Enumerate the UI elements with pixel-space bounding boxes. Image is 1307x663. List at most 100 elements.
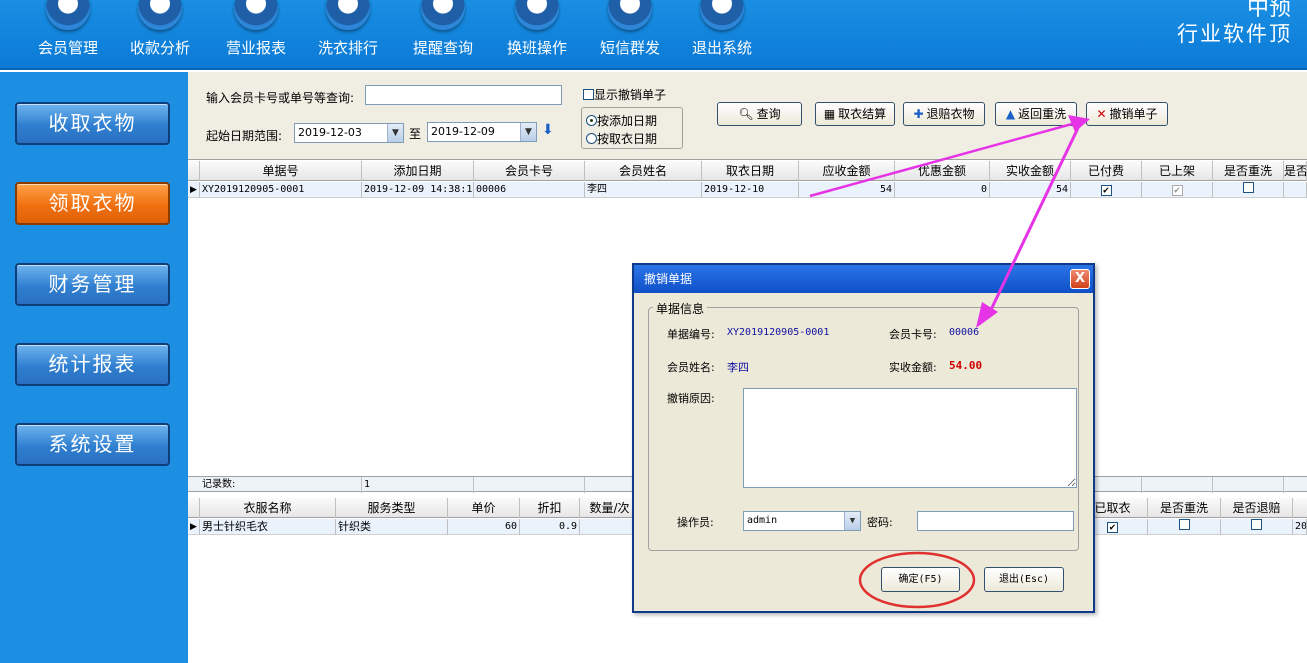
rewash-cell	[1213, 182, 1284, 198]
date-from-picker[interactable]: 2019-12-03 ▼	[294, 123, 404, 143]
card-no-value: 00006	[949, 327, 980, 338]
refund-button-label: 退赔衣物	[926, 107, 975, 121]
toolbar-business-report[interactable]: 营业报表	[216, 0, 296, 66]
sidebar-item-settings[interactable]: 系统设置	[15, 423, 170, 466]
rewash-cell	[1148, 519, 1221, 535]
column-header[interactable]: 已付费	[1071, 161, 1142, 181]
checkbox-checked[interactable]: ✔	[1107, 522, 1118, 533]
sidebar-item-statistics[interactable]: 统计报表	[15, 343, 170, 386]
magnifier-icon: 🔍︎	[738, 107, 754, 121]
column-header[interactable]: 是否退赔	[1221, 498, 1293, 518]
checkbox[interactable]	[1242, 182, 1254, 193]
radio-pick-date-label: 按取衣日期	[597, 132, 658, 146]
card-no-label: 会员卡号:	[889, 328, 937, 341]
to-label: 至	[409, 127, 422, 141]
sort-down-arrow-icon[interactable]: ⬇	[542, 122, 554, 138]
member-name-label: 会员姓名:	[667, 361, 715, 374]
report-icon	[234, 0, 278, 30]
query-input[interactable]	[365, 85, 562, 105]
checkbox-checked[interactable]: ✔	[1100, 185, 1112, 196]
amount-label: 实收金额:	[889, 361, 937, 374]
radio-add-date[interactable]: 按添加日期	[586, 112, 657, 129]
plus-icon: ✚	[913, 107, 924, 121]
toolbar-reminder-query[interactable]: 提醒查询	[403, 0, 483, 66]
column-header[interactable]: 应收金额	[799, 161, 895, 181]
refund-cell	[1221, 519, 1293, 535]
radio-pick-date[interactable]: 按取衣日期	[586, 130, 657, 147]
service-type-cell: 针织类	[336, 519, 448, 535]
received-cell: 54	[990, 182, 1071, 198]
discount-cell: 0	[895, 182, 990, 198]
toolbar-label: 收款分析	[129, 39, 190, 57]
cancel-order-button[interactable]: ✕ 撤销单子	[1086, 102, 1168, 126]
column-header[interactable]: 是否重洗	[1148, 498, 1221, 518]
toolbar-member-management[interactable]: 会员管理	[28, 0, 108, 66]
date-to-picker[interactable]: 2019-12-09 ▼	[427, 122, 537, 142]
sidebar-item-receive-clothes[interactable]: 收取衣物	[15, 102, 170, 145]
operator-select[interactable]: admin ▼	[743, 511, 861, 531]
query-button-label: 查询	[756, 107, 781, 121]
rewash-button[interactable]: ▲ 返回重洗	[995, 102, 1077, 126]
show-cancelled-toggle[interactable]: 显示撤销单子	[583, 86, 666, 103]
refund-button[interactable]: ✚ 退赔衣物	[903, 102, 985, 126]
order-no-cell: XY2019120905-0001	[200, 182, 362, 198]
order-info-legend: 单据信息	[653, 300, 708, 317]
cancel-order-dialog: 撤销单据 X 单据信息 单据编号: XY2019120905-0001 会员卡号…	[632, 263, 1095, 613]
toolbar-laundry-ranking[interactable]: 洗衣排行	[308, 0, 388, 66]
chevron-down-icon[interactable]: ▼	[387, 124, 403, 142]
settle-button[interactable]: ▦ 取衣结算	[815, 102, 895, 126]
column-header[interactable]: 实收金额	[990, 161, 1071, 181]
column-header[interactable]: 单价	[448, 498, 520, 518]
mail-icon	[608, 0, 652, 30]
password-input[interactable]	[917, 511, 1074, 531]
up-arrow-icon: ▲	[1005, 107, 1016, 121]
column-header[interactable]: 会员姓名	[585, 161, 702, 181]
column-header[interactable]: 单据号	[200, 161, 362, 181]
toolbar-exit-system[interactable]: 退出系统	[682, 0, 762, 66]
query-button[interactable]: 🔍︎ 查询	[717, 102, 802, 126]
sidebar: 收取衣物 领取衣物 财务管理 统计报表 系统设置	[0, 72, 188, 663]
exit-button[interactable]: 退出(Esc)	[984, 567, 1064, 592]
order-info-group: 单据信息 单据编号: XY2019120905-0001 会员卡号: 00006…	[648, 300, 1079, 551]
toolbar-sms-broadcast[interactable]: 短信群发	[590, 0, 670, 66]
checkbox[interactable]	[583, 89, 594, 100]
column-header[interactable]: 已上架	[1142, 161, 1213, 181]
sidebar-item-collect-clothes[interactable]: 领取衣物	[15, 182, 170, 225]
column-header[interactable]: 衣服名称	[200, 498, 336, 518]
column-header[interactable]: 取衣日期	[702, 161, 799, 181]
column-header[interactable]: 是否重洗	[1213, 161, 1284, 181]
checkbox-checked[interactable]: ✔	[1171, 185, 1183, 196]
sidebar-item-finance[interactable]: 财务管理	[15, 263, 170, 306]
radio-selected-icon[interactable]	[586, 115, 597, 126]
column-header[interactable]: 添加日期	[362, 161, 474, 181]
close-icon[interactable]: X	[1070, 269, 1090, 289]
power-icon	[700, 0, 744, 30]
column-header[interactable]: 是否	[1284, 161, 1307, 181]
member-name-value: 李四	[727, 361, 749, 374]
toolbar-payment-analysis[interactable]: 收款分析	[120, 0, 200, 66]
column-header[interactable]: 数量/次	[580, 498, 640, 518]
column-header[interactable]: 折扣	[520, 498, 580, 518]
toolbar-label: 提醒查询	[412, 39, 473, 57]
confirm-button[interactable]: 确定(F5)	[881, 567, 960, 592]
column-header[interactable]: 服务类型	[336, 498, 448, 518]
filter-panel: 输入会员卡号或单号等查询: 显示撤销单子 起始日期范围: 2019-12-03 ▼…	[188, 72, 1307, 160]
checkbox[interactable]	[1251, 519, 1262, 530]
column-header[interactable]: 优惠金额	[895, 161, 990, 181]
dialog-title: 撤销单据	[634, 265, 1093, 293]
password-label: 密码:	[867, 516, 893, 529]
radio-icon[interactable]	[586, 133, 597, 144]
column-header[interactable]: 会员卡号	[474, 161, 585, 181]
toolbar-shift-change[interactable]: 换班操作	[497, 0, 577, 66]
discount-cell: 0.9	[520, 519, 580, 535]
toolbar-label: 短信群发	[599, 39, 660, 57]
date-range-label: 起始日期范围:	[206, 129, 283, 143]
row-pointer-icon: ▶	[188, 519, 200, 535]
reason-textarea[interactable]	[743, 388, 1077, 488]
brand-line-2: 行业软件顶	[1177, 22, 1292, 46]
checkbox[interactable]	[1178, 519, 1190, 530]
table-row[interactable]: ▶ XY2019120905-0001 2019-12-09 14:38:12 …	[188, 182, 1307, 198]
chevron-down-icon[interactable]: ▼	[844, 512, 860, 530]
chevron-down-icon[interactable]: ▼	[520, 123, 536, 141]
amount-value: 54.00	[949, 359, 983, 372]
